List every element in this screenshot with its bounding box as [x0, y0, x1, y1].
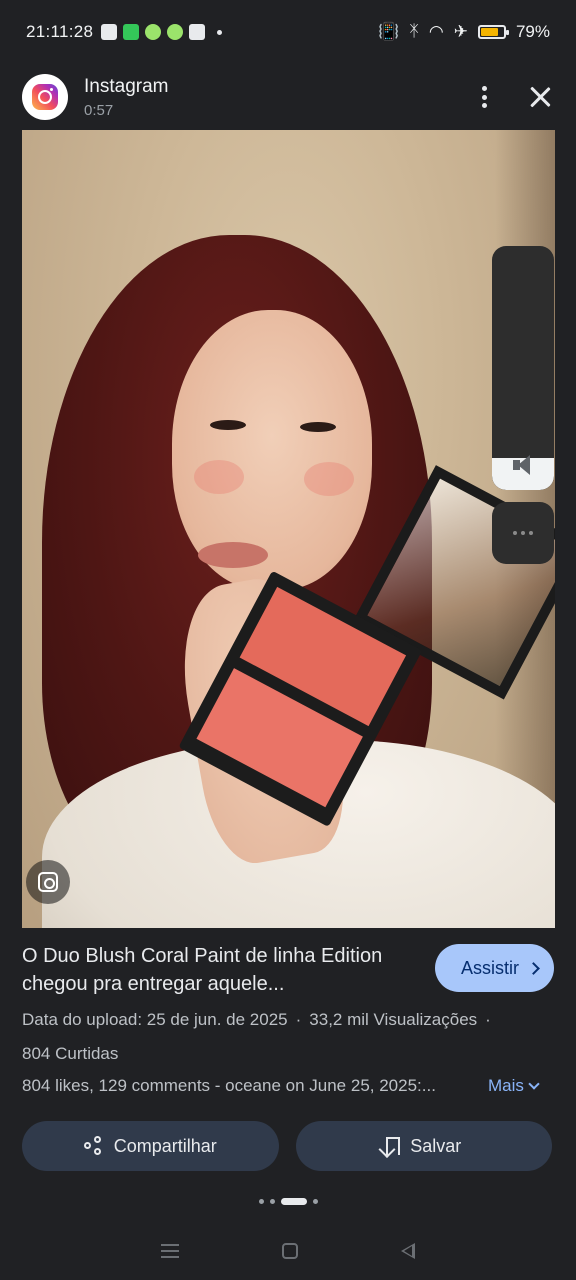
volume-slider[interactable] [492, 246, 554, 490]
shield-icon [167, 24, 184, 40]
video-thumbnail[interactable] [22, 130, 555, 928]
airplane-icon: ✈ [453, 22, 468, 41]
save-button-label: Salvar [410, 1135, 462, 1156]
more-label: Mais [488, 1076, 524, 1095]
speaker-icon [513, 454, 533, 476]
page-indicator [0, 1198, 576, 1205]
page-dot-active [280, 1198, 307, 1205]
shield-icon [145, 24, 162, 40]
wifi-icon: ◠ [428, 22, 444, 41]
watch-button-label: Assistir [461, 957, 519, 978]
share-icon [83, 1136, 104, 1156]
title-row: O Duo Blush Coral Paint de linha Edition… [22, 942, 554, 998]
upload-date: Data do upload: 25 de jun. de 2025 [22, 1010, 288, 1029]
video-title[interactable]: O Duo Blush Coral Paint de linha Edition… [22, 942, 402, 998]
lens-search-icon[interactable] [26, 860, 70, 904]
recent-apps-icon[interactable] [161, 1244, 180, 1258]
watch-button[interactable]: Assistir [435, 944, 554, 992]
photo-lips [198, 542, 268, 568]
battery-icon [477, 25, 509, 39]
viewer-header: Instagram 0:57 [0, 64, 576, 130]
video-metadata: Data do upload: 25 de jun. de 2025 · 33,2 … [22, 1008, 554, 1032]
page-dot [258, 1199, 264, 1204]
battery-fill [480, 28, 498, 36]
more-notifications-dot [217, 29, 223, 35]
system-icons: 📳 ᛡ ◠ ✈ 79% [378, 22, 550, 42]
share-button-label: Compartilhar [113, 1135, 217, 1156]
more-options-icon[interactable] [472, 83, 496, 111]
page-dot [269, 1199, 275, 1204]
like-count: 804 Curtidas [22, 1044, 119, 1063]
notification-icon [101, 24, 118, 40]
back-icon[interactable] [400, 1243, 415, 1259]
bluetooth-icon: ᛡ [409, 23, 419, 40]
notification-icons [101, 24, 223, 40]
more-button[interactable]: Mais [488, 1076, 540, 1096]
action-buttons: Compartilhar Salvar [22, 1121, 552, 1171]
home-icon[interactable] [281, 1243, 298, 1259]
notification-icon [189, 24, 206, 40]
chevron-down-icon [528, 1078, 540, 1090]
instagram-logo-icon [22, 74, 68, 120]
volume-more-icon[interactable] [492, 502, 554, 564]
vibrate-icon: 📳 [378, 22, 400, 41]
video-duration: 0:57 [84, 101, 114, 119]
chevron-right-icon [527, 961, 540, 975]
separator: · [485, 1010, 491, 1029]
page-dot [312, 1199, 318, 1204]
status-time: 21:11:28 [26, 22, 94, 41]
status-bar: 21:11:28 📳 ᛡ ◠ ✈ 79% [0, 0, 576, 64]
description-row: 804 likes, 129 comments - oceane on June… [22, 1076, 554, 1096]
source-app-name: Instagram [84, 75, 169, 97]
battery-percent: 79% [515, 22, 550, 41]
bookmark-icon [386, 1137, 401, 1155]
header-text: Instagram 0:57 [84, 76, 168, 119]
save-button[interactable]: Salvar [295, 1121, 552, 1171]
notification-icon [123, 24, 140, 40]
share-button[interactable]: Compartilhar [22, 1121, 279, 1171]
result-info: O Duo Blush Coral Paint de linha Edition… [22, 942, 554, 1096]
close-icon[interactable] [526, 83, 554, 111]
view-count: 33,2 mil Visualizações [309, 1010, 478, 1029]
system-navigation-bar [0, 1222, 576, 1280]
video-description: 804 likes, 129 comments - oceane on June… [22, 1076, 436, 1095]
header-actions [472, 83, 554, 111]
separator: · [295, 1010, 302, 1029]
